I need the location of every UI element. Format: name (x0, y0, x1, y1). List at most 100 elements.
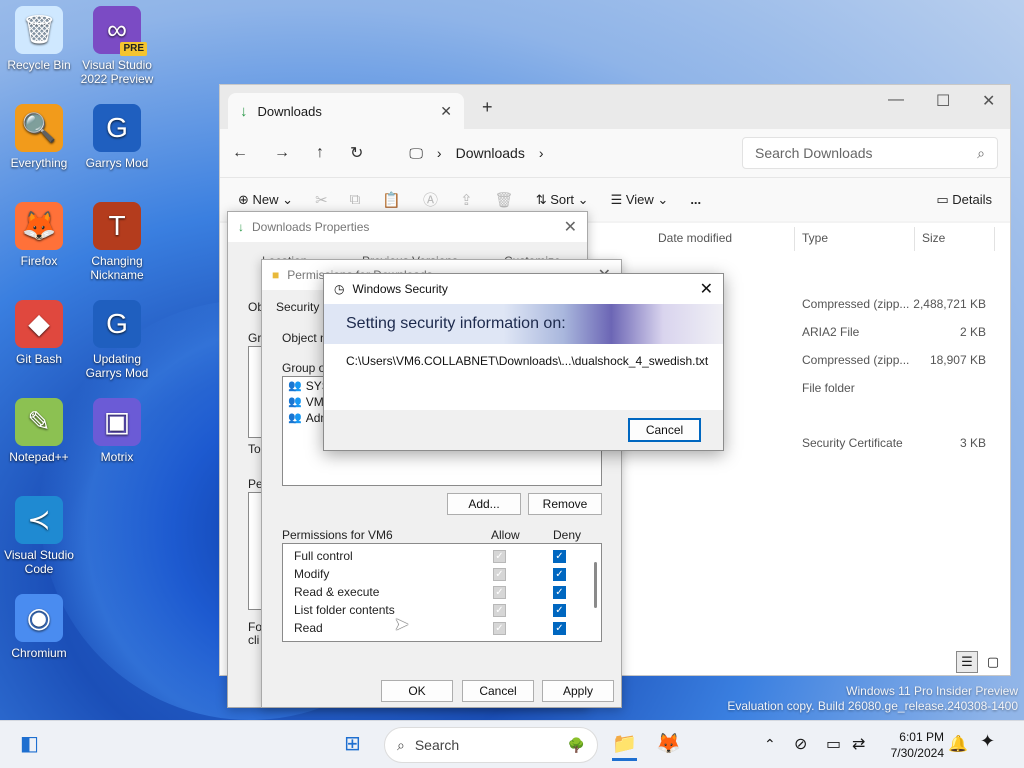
desktop-icon-git-bash[interactable]: ◆ Git Bash (0, 300, 78, 366)
desktop-icon-visual-studio-code[interactable]: ≺ Visual Studio Code (0, 496, 78, 576)
desktop-icon-visual-studio-2022-preview[interactable]: ∞ PRE Visual Studio 2022 Preview (78, 6, 156, 86)
add-button[interactable]: Add... (447, 493, 521, 515)
tab-downloads[interactable]: ↓ Downloads ✕ (228, 93, 464, 129)
ok-button[interactable]: OK (381, 680, 453, 702)
desktop-icon-label: Visual Studio Code (4, 548, 74, 576)
tiles-view-icon[interactable]: ▢ (982, 651, 1004, 673)
cut-icon[interactable]: ✂ (315, 191, 328, 209)
motrix-icon: ▣ (93, 398, 141, 446)
widgets-icon[interactable]: ◧ (20, 731, 39, 756)
column-size[interactable]: Size (922, 231, 945, 245)
cancel-button[interactable]: Cancel (462, 680, 534, 702)
desktop-icon-updating-garrys-mod[interactable]: G Updating Garrys Mod (78, 300, 156, 380)
delete-icon[interactable]: 🗑 (495, 191, 514, 209)
close-icon[interactable]: ✕ (700, 279, 713, 299)
display-icon[interactable]: ▭ (826, 734, 841, 754)
file-explorer-taskbar-icon[interactable]: 📁 (612, 731, 637, 761)
sync-icon[interactable]: ⇄ (852, 734, 865, 754)
security-banner: Setting security information on: (324, 304, 723, 344)
user-group-icon: 👥 (288, 396, 302, 408)
deny-checkbox[interactable]: ✓ (553, 622, 566, 635)
paste-icon[interactable]: 📋 (382, 191, 401, 209)
sort-button[interactable]: ⇅ Sort ⌄ (536, 192, 589, 208)
more-button[interactable]: ... (690, 192, 701, 207)
file-row-size[interactable]: 2,488,721 KB (913, 297, 986, 311)
column-type[interactable]: Type (802, 231, 828, 245)
security-body: C:\Users\VM6.COLLABNET\Downloads\...\dua… (324, 344, 723, 410)
desktop-icon-recycle-bin[interactable]: 🗑 Recycle Bin (0, 6, 78, 72)
desktop-icon-label: Changing Nickname (90, 254, 144, 282)
clock[interactable]: 6:01 PM 7/30/2024 (891, 729, 944, 761)
taskbar-search[interactable]: ⌕ Search 🌳 (384, 727, 598, 763)
close-icon[interactable]: ✕ (564, 217, 577, 237)
allow-checkbox[interactable]: ✓ (493, 586, 506, 599)
notepad-icon: ✎ (15, 398, 63, 446)
visual-studio-code-icon: ≺ (15, 496, 63, 544)
deny-checkbox[interactable]: ✓ (553, 586, 566, 599)
firefox-taskbar-icon[interactable]: 🦊 (656, 731, 681, 756)
deny-checkbox[interactable]: ✓ (553, 550, 566, 563)
start-icon[interactable]: ⊞ (344, 731, 361, 756)
perm-header: Permissions for VM6 (282, 528, 393, 542)
security-cancel-button[interactable]: Cancel (628, 418, 701, 442)
share-icon[interactable]: ⇪ (460, 191, 473, 209)
file-row-type[interactable]: File folder (802, 381, 855, 395)
allow-checkbox[interactable]: ✓ (493, 568, 506, 581)
desktop-icon-notepad[interactable]: ✎ Notepad++ (0, 398, 78, 464)
desktop-icon-label: Chromium (11, 646, 67, 660)
refresh-icon[interactable]: ↻ (350, 143, 363, 163)
copilot-icon[interactable]: ✦ (980, 731, 995, 752)
file-row-type[interactable]: ARIA2 File (802, 325, 859, 339)
up-arrow-icon[interactable]: ↑ (316, 144, 324, 162)
deny-checkbox[interactable]: ✓ (553, 568, 566, 581)
rename-icon[interactable]: Ⓐ (423, 189, 438, 210)
tab-security[interactable]: Security (276, 300, 319, 314)
close-window-icon[interactable]: ✕ (982, 91, 995, 111)
allow-checkbox[interactable]: ✓ (493, 622, 506, 635)
back-arrow-icon[interactable]: ← (232, 144, 248, 162)
desktop-icon-motrix[interactable]: ▣ Motrix (78, 398, 156, 464)
network-icon[interactable]: ⊘ (794, 734, 807, 754)
forward-arrow-icon[interactable]: → (274, 144, 290, 162)
breadcrumb-downloads[interactable]: Downloads (456, 145, 525, 161)
chevron-up-icon[interactable]: ⌃ (764, 736, 776, 753)
visual-studio-2022-preview-icon: ∞ PRE (93, 6, 147, 56)
details-button[interactable]: ▭ Details (936, 192, 992, 208)
new-tab-icon[interactable]: + (482, 97, 493, 118)
minimize-icon[interactable]: — (888, 91, 904, 109)
scrollbar-thumb[interactable] (594, 562, 597, 608)
deny-checkbox[interactable]: ✓ (553, 604, 566, 617)
plus-icon: ⊕ (238, 191, 249, 207)
address-row: ← → ↑ ↻ 🖵 › Downloads › Search Downloads… (220, 129, 1010, 177)
apply-button[interactable]: Apply (542, 680, 614, 702)
taskbar-search-label: Search (414, 737, 460, 753)
search-input[interactable]: Search Downloads ⌕ (742, 137, 998, 169)
desktop-icon-garrys-mod[interactable]: G Garrys Mod (78, 104, 156, 170)
copy-icon[interactable]: ⧉ (350, 191, 361, 208)
desktop-icon-chromium[interactable]: ◉ Chromium (0, 594, 78, 660)
details-view-icon[interactable]: ☰ (956, 651, 978, 673)
maximize-icon[interactable]: ☐ (936, 91, 950, 111)
view-button[interactable]: ☰ View ⌄ (611, 192, 669, 208)
file-row-size[interactable]: 2 KB (960, 325, 986, 339)
file-row-type[interactable]: Compressed (zipp... (802, 297, 909, 311)
desktop-icon-everything[interactable]: 🔍 Everything (0, 104, 78, 170)
new-button[interactable]: ⊕ New ⌄ (238, 192, 293, 208)
desktop-icon-changing-nickname[interactable]: T Changing Nickname (78, 202, 156, 282)
file-row-size[interactable]: 18,907 KB (930, 353, 986, 367)
file-row-type[interactable]: Compressed (zipp... (802, 353, 909, 367)
desktop-icon-label: Everything (10, 156, 68, 170)
address-bar[interactable]: 🖵 › Downloads › (409, 145, 699, 162)
file-row-size[interactable]: 3 KB (960, 436, 986, 450)
frag-to: To (248, 442, 261, 456)
permission-label: Full control (294, 549, 353, 563)
remove-button[interactable]: Remove (528, 493, 602, 515)
notification-bell-icon[interactable]: 🔔 (948, 734, 968, 754)
evaluation-watermark: Windows 11 Pro Insider Preview Evaluatio… (727, 684, 1018, 714)
allow-checkbox[interactable]: ✓ (493, 550, 506, 563)
file-row-type[interactable]: Security Certificate (802, 436, 903, 450)
desktop-icon-firefox[interactable]: 🦊 Firefox (0, 202, 78, 268)
allow-checkbox[interactable]: ✓ (493, 604, 506, 617)
column-date-modified[interactable]: Date modified (658, 231, 732, 245)
close-tab-icon[interactable]: ✕ (440, 103, 452, 120)
